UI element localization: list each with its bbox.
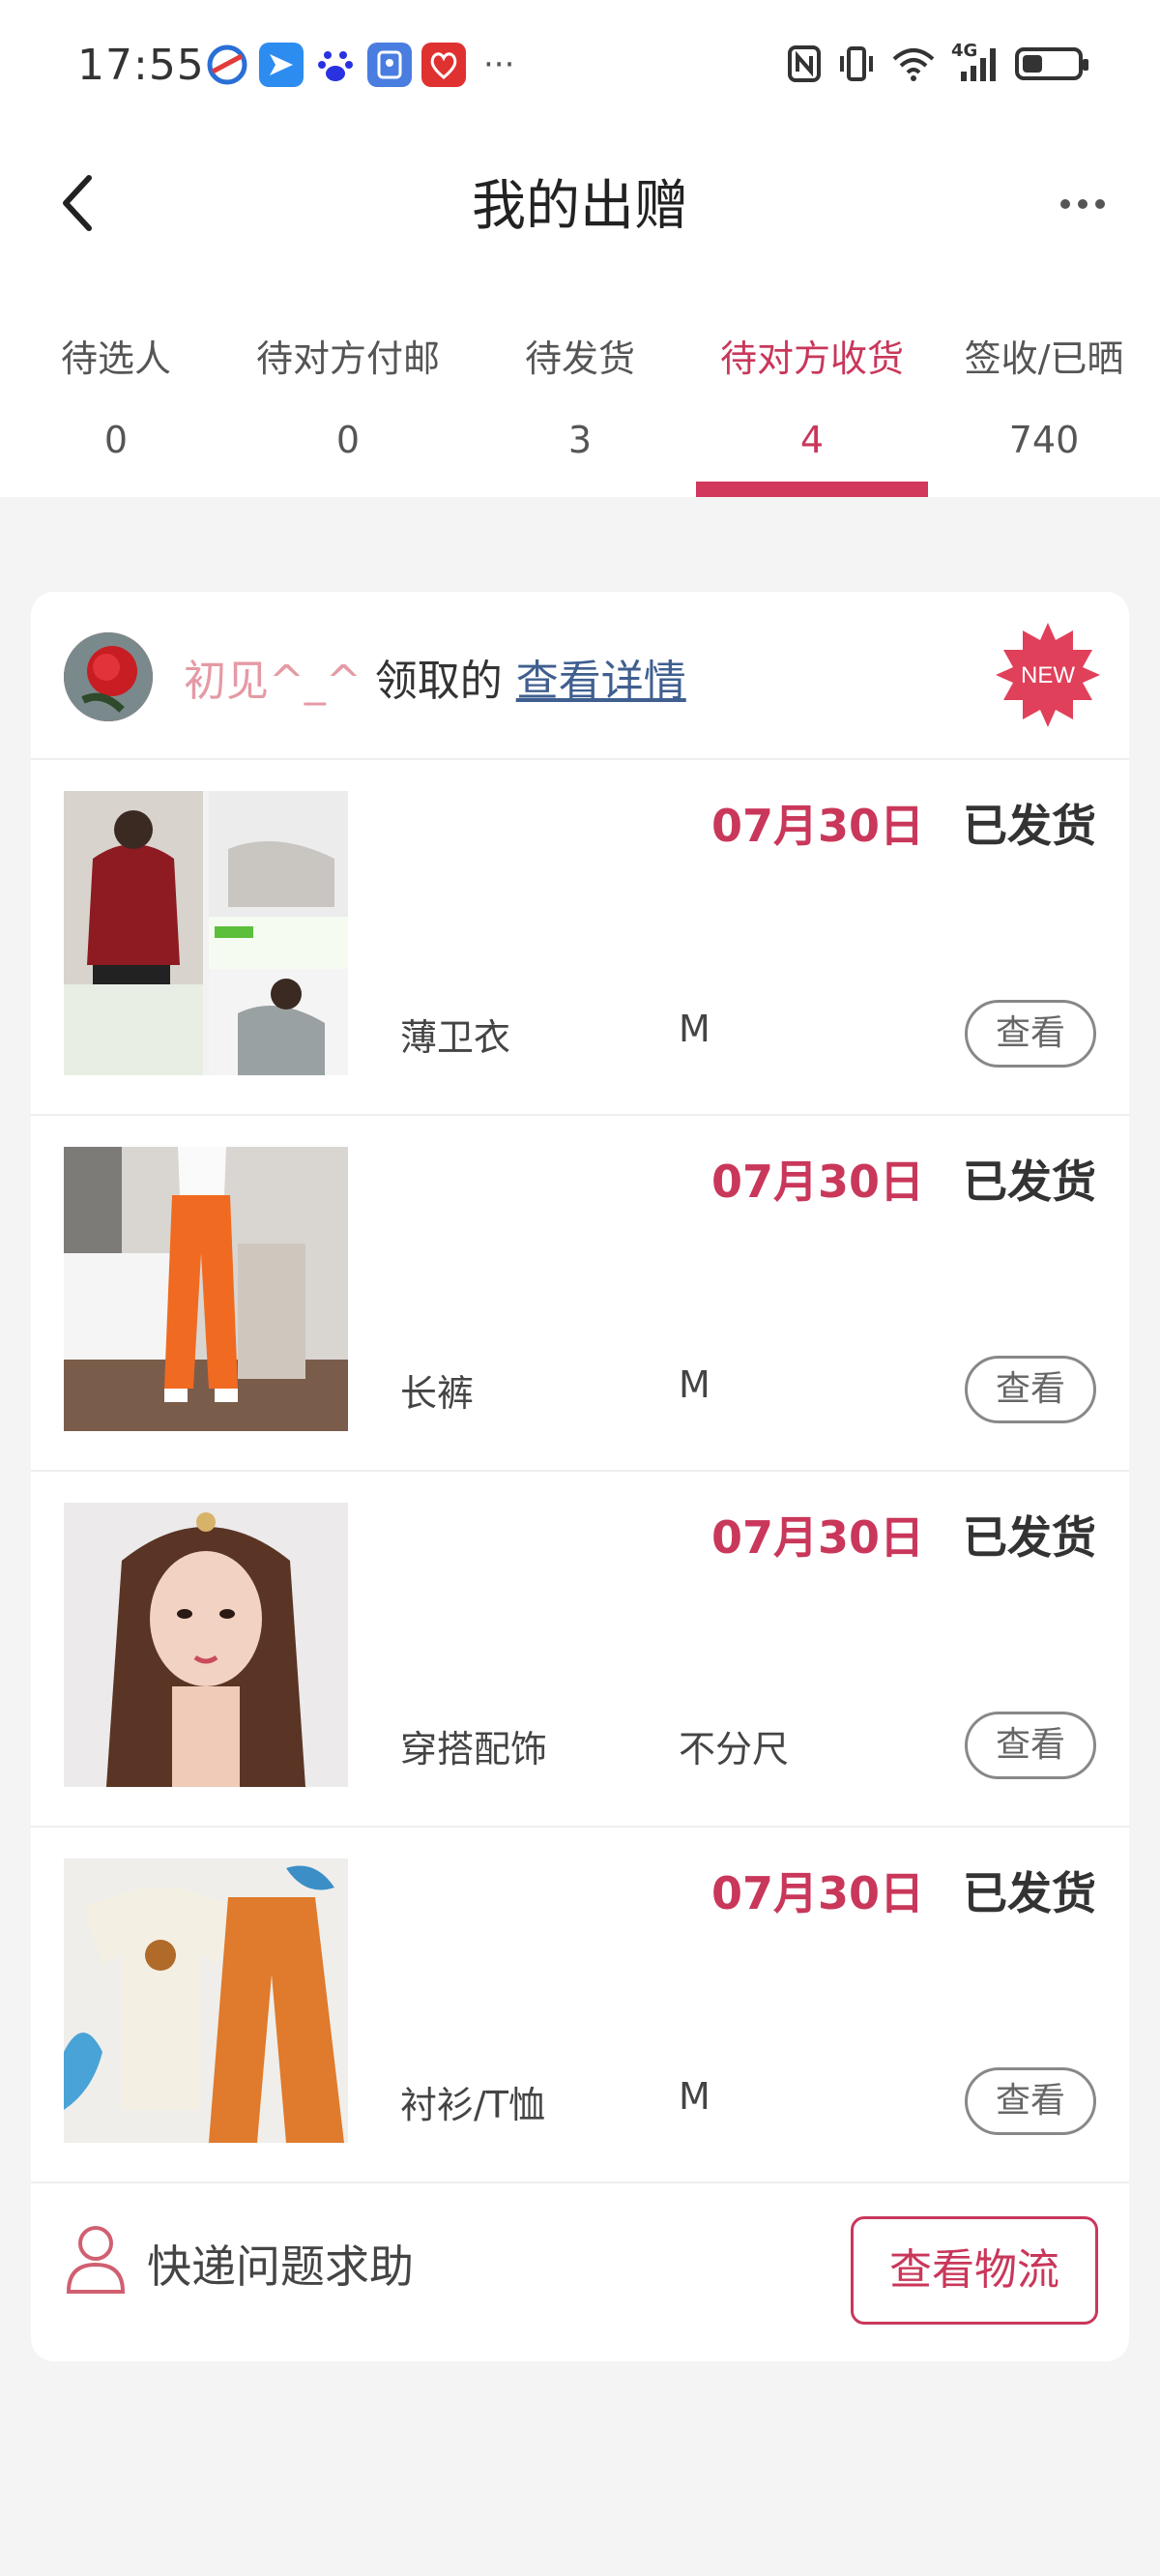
item-size: M bbox=[679, 1363, 710, 1406]
more-notifications-indicator: ··· bbox=[483, 45, 515, 84]
nav-header: 我的出赠 bbox=[0, 145, 1160, 290]
list-item: 07月30日 已发货 薄卫衣 M 查看 bbox=[31, 760, 1129, 1116]
more-horizontal-icon bbox=[1060, 199, 1070, 209]
card-header: 初见^_^ 领取的 查看详情 NEW bbox=[31, 592, 1129, 760]
track-shipment-button[interactable]: 查看物流 bbox=[851, 2216, 1098, 2325]
tab-received[interactable]: 签收/已晒 740 bbox=[928, 290, 1160, 497]
tab-label: 待发货 bbox=[524, 337, 635, 380]
tab-count: 0 bbox=[335, 419, 361, 461]
claimed-text: 领取的 bbox=[361, 657, 516, 706]
item-name: 穿搭配饰 bbox=[400, 1728, 548, 1771]
claim-info: 初见^_^ 领取的 查看详情 bbox=[184, 646, 686, 708]
item-date: 07月30日 bbox=[710, 1156, 924, 1208]
item-size: M bbox=[679, 1008, 710, 1050]
battery-level bbox=[1023, 55, 1042, 73]
list-item: 07月30日 已发货 长裤 M 查看 bbox=[31, 1116, 1129, 1472]
item-status: 已发货 bbox=[963, 1511, 1096, 1564]
tab-count: 740 bbox=[1008, 419, 1080, 461]
message-icon bbox=[259, 43, 304, 87]
claimer-username[interactable]: 初见^_^ bbox=[184, 657, 362, 706]
item-size: M bbox=[679, 2075, 710, 2118]
avatar[interactable] bbox=[64, 632, 153, 721]
battery-icon bbox=[1015, 47, 1088, 80]
card-footer: 快递问题求助 查看物流 bbox=[31, 2183, 1129, 2361]
nfc-icon bbox=[788, 45, 821, 82]
clock: 17:55 bbox=[77, 41, 205, 90]
item-size: 不分尺 bbox=[679, 1728, 790, 1771]
item-status: 已发货 bbox=[963, 800, 1096, 852]
view-button[interactable]: 查看 bbox=[965, 1356, 1096, 1423]
view-button[interactable]: 查看 bbox=[965, 1000, 1096, 1068]
item-date: 07月30日 bbox=[710, 1511, 924, 1564]
item-name: 长裤 bbox=[400, 1372, 475, 1415]
browser-icon bbox=[205, 43, 249, 87]
view-button[interactable]: 查看 bbox=[965, 1712, 1096, 1779]
tab-label: 待选人 bbox=[60, 337, 171, 380]
item-status: 已发货 bbox=[963, 1156, 1096, 1208]
item-name: 衬衫/T恤 bbox=[400, 2084, 546, 2126]
item-thumbnail[interactable] bbox=[64, 1859, 348, 2143]
item-date: 07月30日 bbox=[710, 1867, 924, 1919]
gift-icon bbox=[421, 43, 466, 87]
tab-pending-shipment[interactable]: 待发货 3 bbox=[464, 290, 696, 497]
more-button[interactable] bbox=[1044, 170, 1121, 238]
tab-count: 3 bbox=[567, 419, 593, 461]
list-item: 07月30日 已发货 穿搭配饰 不分尺 查看 bbox=[31, 1472, 1129, 1828]
view-details-link[interactable]: 查看详情 bbox=[516, 657, 686, 706]
new-badge-label: NEW bbox=[1021, 662, 1075, 688]
item-date: 07月30日 bbox=[710, 800, 924, 852]
notification-icons: ··· bbox=[205, 43, 514, 87]
tab-label: 待对方付邮 bbox=[255, 337, 440, 380]
view-button[interactable]: 查看 bbox=[965, 2067, 1096, 2135]
item-thumbnail[interactable] bbox=[64, 791, 348, 1075]
tab-count: 0 bbox=[103, 419, 129, 461]
item-thumbnail[interactable] bbox=[64, 1147, 348, 1431]
tab-pending-selection[interactable]: 待选人 0 bbox=[0, 290, 232, 497]
vibrate-icon bbox=[840, 46, 873, 81]
item-status: 已发货 bbox=[963, 1867, 1096, 1919]
tab-label: 待对方收货 bbox=[719, 337, 904, 380]
security-icon bbox=[367, 43, 412, 87]
page-title: 我的出赠 bbox=[472, 175, 688, 238]
status-tabs: 待选人 0 待对方付邮 0 待发货 3 待对方收货 4 签收/已晒 740 bbox=[0, 290, 1160, 497]
system-icons: 4G bbox=[787, 41, 1088, 83]
item-thumbnail[interactable] bbox=[64, 1503, 348, 1787]
tab-label: 签收/已晒 bbox=[964, 337, 1124, 380]
baidu-icon bbox=[313, 43, 358, 87]
wifi-icon bbox=[892, 48, 935, 81]
delivery-help-link[interactable]: 快递问题求助 bbox=[147, 2232, 414, 2296]
tab-pending-receipt[interactable]: 待对方收货 4 bbox=[696, 290, 928, 497]
tab-pending-postage[interactable]: 待对方付邮 0 bbox=[232, 290, 464, 497]
person-icon bbox=[66, 2226, 126, 2294]
signal-4g-icon: 4G bbox=[951, 41, 1000, 83]
status-bar: 17:55 ··· 4G bbox=[0, 0, 1160, 145]
gift-card: 初见^_^ 领取的 查看详情 NEW 07月30日 已发货 薄卫衣 M 查看 0… bbox=[31, 592, 1129, 2361]
item-name: 薄卫衣 bbox=[400, 1016, 511, 1059]
tab-count: 4 bbox=[799, 419, 825, 461]
new-badge: NEW bbox=[996, 623, 1100, 727]
list-item: 07月30日 已发货 衬衫/T恤 M 查看 bbox=[31, 1828, 1129, 2183]
